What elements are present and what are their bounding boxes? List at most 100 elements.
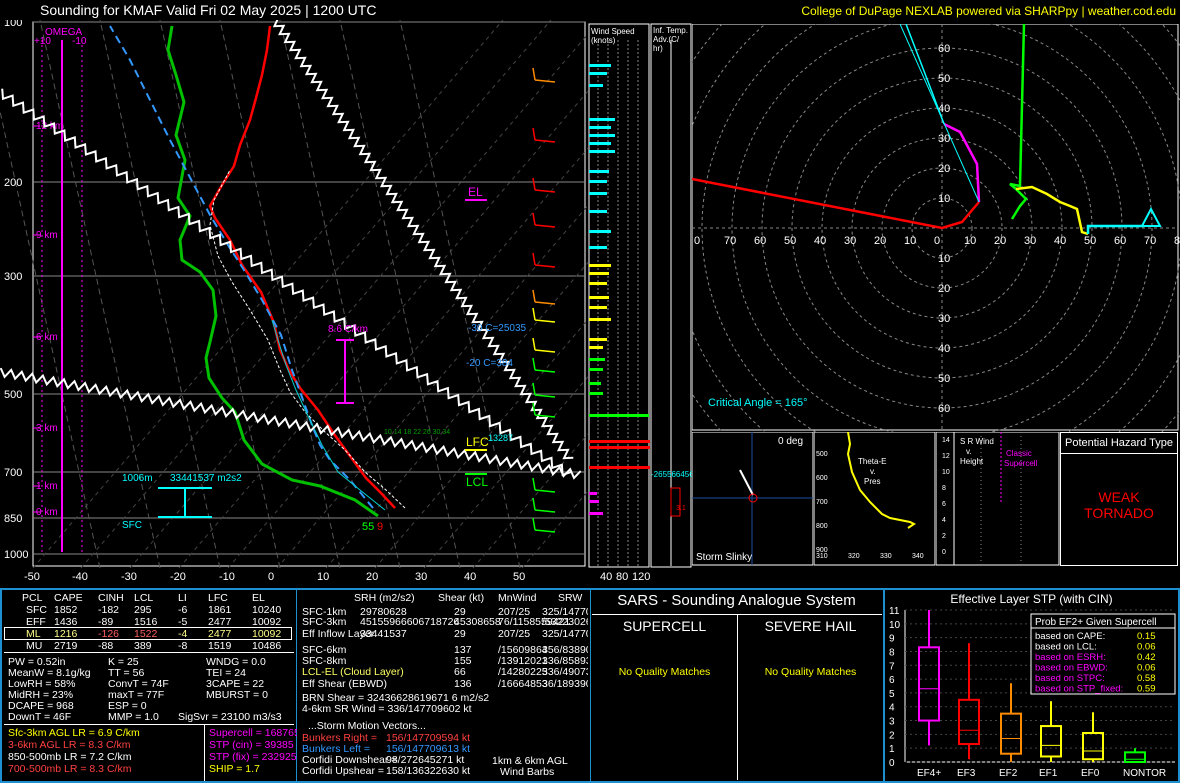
parcel-cell: 1852 bbox=[54, 604, 78, 616]
wind-speed-bar bbox=[589, 368, 603, 371]
wind-barb-flag bbox=[534, 79, 556, 83]
page-title: Sounding for KMAF Valid Fri 02 May 2025 … bbox=[40, 2, 377, 18]
wind-speed-label: Wind Speed bbox=[591, 27, 635, 36]
stp-box bbox=[1124, 751, 1146, 763]
stp-y-tick: 0 bbox=[889, 758, 895, 769]
wind-speed-bar bbox=[589, 170, 609, 173]
storm-motion-label: Corfidi Upshear = bbox=[302, 765, 384, 777]
hodo-axis-tick: 70 bbox=[1144, 235, 1156, 247]
ml-row-highlight bbox=[4, 627, 292, 640]
index-value: MBURST = 0 bbox=[206, 689, 268, 701]
critical-angle: Critical Angle = 165° bbox=[708, 397, 807, 409]
hodo-ring-label-neg: 50 bbox=[938, 373, 950, 385]
parcel-header-cell: CINH bbox=[98, 592, 124, 604]
sfc-temp: 55 bbox=[362, 521, 374, 533]
wind-barb-flag bbox=[534, 319, 556, 323]
kin-srw: 36/18939004 bbox=[542, 678, 588, 690]
hodo-axis-tick: 20 bbox=[874, 235, 886, 247]
wind-speed-bar bbox=[589, 180, 607, 183]
hodo-axis-tick: 50 bbox=[784, 235, 796, 247]
ws-tick-80: 80 bbox=[616, 571, 628, 583]
stp-prob-label: based on LCL: bbox=[1035, 642, 1097, 653]
sr-wind-tick: 2 bbox=[942, 533, 946, 540]
wind-barb bbox=[532, 357, 536, 371]
stp-y-tick: 7 bbox=[889, 661, 895, 672]
parcel-cell: 1519 bbox=[208, 640, 232, 652]
stp-y-tick: 5 bbox=[889, 689, 895, 700]
temp-tick: 30 bbox=[415, 571, 427, 583]
kin-header: SRW bbox=[558, 592, 583, 604]
stp-y-tick: 9 bbox=[889, 634, 895, 645]
hodo-axis-tick: 50 bbox=[1084, 235, 1096, 247]
classic-supercell: Classic bbox=[1006, 449, 1032, 458]
hodo-ring-label-neg: 60 bbox=[938, 403, 950, 415]
kin-header: SRH (m2/s2) bbox=[354, 592, 415, 604]
stp-box bbox=[1082, 731, 1104, 761]
stp-prob-label: based on CAPE: bbox=[1035, 631, 1105, 642]
kin-row-label: SFC-3km bbox=[302, 616, 347, 628]
stp-category: EF2 bbox=[999, 768, 1018, 779]
storm-motion-title: ...Storm Motion Vectors... bbox=[308, 720, 426, 732]
sr-wind-tick: 4 bbox=[942, 517, 946, 524]
stp-prob-value: 0.58 bbox=[1137, 673, 1156, 684]
svg-text:Inf. Temp.: Inf. Temp. bbox=[653, 26, 688, 35]
stp-y-tick: 3 bbox=[889, 717, 895, 728]
parcel-header-cell: LCL bbox=[134, 592, 154, 604]
temp-tick: -20 bbox=[170, 571, 186, 583]
stp-boxplot: 11109876543210EF4+ EF3 EF2 EF1 EF0 NONTORProb… bbox=[889, 606, 1176, 779]
kin-shear: 29 bbox=[454, 628, 466, 640]
parcel-header-cell: LFC bbox=[208, 592, 228, 604]
stp-category: NONTOR bbox=[1123, 768, 1166, 779]
skewt-chart: 100 200 300 500 700 850 1000 -50 -40 -30 -20 -10 0 10… bbox=[0, 20, 588, 583]
lapse-rate-label: 8.6 C/km bbox=[328, 324, 368, 335]
hodo-axis-tick: 60 bbox=[1114, 235, 1126, 247]
hodo-ring-label: 30 bbox=[938, 133, 950, 145]
theta-e-x-tick: 320 bbox=[848, 553, 860, 560]
stp-prob-value: 0.42 bbox=[1137, 652, 1156, 663]
advection-bar-value: 3.1 bbox=[676, 505, 686, 512]
temp-tick: -40 bbox=[72, 571, 88, 583]
hodo-ring-label-neg: 10 bbox=[938, 253, 950, 265]
hazard-title: Potential Hazard Type bbox=[1064, 437, 1174, 449]
wind-speed-bar bbox=[589, 142, 611, 145]
stp-y-tick: 1 bbox=[889, 744, 895, 755]
wind-speed-bar bbox=[589, 64, 611, 67]
stp-prob-label: based on EBWD: bbox=[1035, 663, 1108, 674]
supercell-index: Supercell = 168765 bbox=[209, 727, 297, 739]
height-label: 12 km bbox=[36, 121, 63, 132]
parcel-cell: 2719 bbox=[54, 640, 78, 652]
kin-mnwind: /16664853 bbox=[498, 678, 548, 690]
temp-tick: 50 bbox=[513, 571, 525, 583]
theta-e-p-tick: 800 bbox=[816, 523, 828, 530]
sigsvr: SigSvr = 23100 m3/s3 bbox=[178, 711, 282, 723]
storm-slinky: 0 deg Storm Slinky bbox=[692, 432, 814, 566]
wind-speed-bar bbox=[589, 272, 609, 275]
dewpoint-profile bbox=[166, 25, 379, 518]
kin-srw: /53223026 bbox=[542, 616, 588, 628]
pressure-tick: 200 bbox=[4, 177, 22, 189]
hazard-panel: Potential Hazard Type WEAK TORNADO bbox=[1060, 432, 1178, 566]
lapse-700500: 700-500mb LR = 8.3 C/km bbox=[8, 763, 132, 775]
hodo-trace-red bbox=[692, 177, 980, 230]
dgz-top: -30 C=25035 bbox=[468, 323, 527, 334]
wind-speed-panel: Wind Speed (knots) 40 80 120 bbox=[588, 23, 650, 583]
el-label: EL bbox=[468, 185, 483, 199]
theta-e-p-tick: 600 bbox=[816, 475, 828, 482]
parcel-cell: MU bbox=[26, 640, 43, 652]
wind-speed-bar bbox=[589, 134, 615, 137]
ws-tick-120: 120 bbox=[632, 571, 650, 583]
stp-prob-label: based on STP_fixed: bbox=[1035, 684, 1123, 695]
wind-speed-bar bbox=[589, 512, 603, 515]
wind-speed-bar bbox=[589, 466, 650, 469]
hodo-axis-tick: 10 bbox=[904, 235, 916, 247]
wind-barb-flag bbox=[534, 489, 556, 493]
parcel-cell: 295 bbox=[134, 604, 152, 616]
hodo-axis-tick: 40 bbox=[814, 235, 826, 247]
hodo-axis-tick: 40 bbox=[1054, 235, 1066, 247]
theta-e-title: Theta-E bbox=[858, 457, 886, 466]
stp-category: EF3 bbox=[957, 768, 976, 779]
eff-layer-srh: 33441537 m2s2 bbox=[170, 473, 242, 484]
wind-barb bbox=[532, 477, 536, 491]
temp-tick: 40 bbox=[464, 571, 476, 583]
temp-tick: 10 bbox=[317, 571, 329, 583]
